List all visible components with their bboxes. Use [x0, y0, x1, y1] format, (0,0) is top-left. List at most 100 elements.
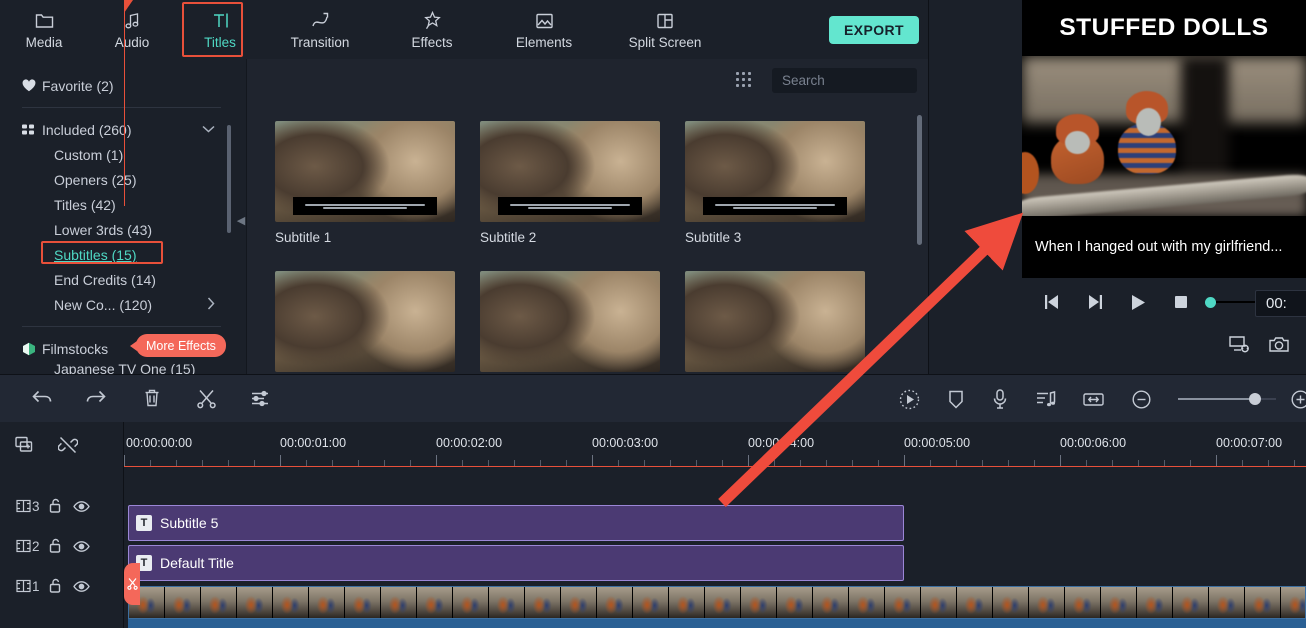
sidebar-item-included[interactable]: Included (260) — [0, 117, 237, 142]
video-thumbnail-frame — [849, 587, 885, 618]
sidebar-item-openers[interactable]: Openers (25) — [0, 167, 237, 192]
timeline-video-track[interactable] — [128, 586, 1306, 619]
thumbnail-cell[interactable] — [480, 271, 660, 374]
thumbnail-caption-bar — [293, 197, 437, 215]
video-thumbnail-frame — [417, 587, 453, 618]
stop-icon[interactable] — [1166, 293, 1195, 311]
eye-icon[interactable] — [68, 500, 94, 513]
step-backward-icon[interactable] — [1038, 293, 1067, 311]
display-settings-icon[interactable] — [1228, 334, 1250, 354]
sidebar-collapse-handle[interactable]: ◀ — [237, 209, 245, 231]
titles-thumbnail-grid: Subtitle 1 Subtitle 2 Subtitle 3 — [247, 101, 915, 374]
trash-icon[interactable] — [139, 388, 165, 409]
player-frame[interactable]: STUFFED DOLLS When I hanged out with my … — [1022, 0, 1306, 278]
preview-bottom-icons — [1228, 328, 1306, 360]
unlocked-icon[interactable] — [42, 538, 68, 554]
thumbnail-cell[interactable] — [275, 271, 455, 374]
nav-label-elements: Elements — [515, 34, 573, 50]
sidebar-item-japanese-tv-one[interactable]: Japanese TV One (15) — [0, 361, 237, 374]
unlink-icon[interactable] — [58, 435, 78, 455]
thumbnail-cell[interactable]: Subtitle 1 — [275, 121, 455, 245]
sidebar-item-favorite[interactable]: Favorite (2) — [0, 73, 237, 98]
nav-item-split-screen[interactable]: Split Screen — [600, 0, 730, 59]
timeline-clip-subtitle-5[interactable]: T Subtitle 5 — [128, 505, 904, 541]
sliders-icon[interactable] — [247, 389, 273, 408]
grid-view-icon[interactable] — [736, 72, 754, 88]
camera-snapshot-icon[interactable] — [1268, 335, 1290, 354]
preview-timecode-field[interactable]: 00: — [1255, 290, 1306, 317]
sidebar-item-titles[interactable]: Titles (42) — [0, 192, 237, 217]
microphone-icon[interactable] — [991, 388, 1009, 410]
nav-item-media[interactable]: Media — [0, 0, 88, 59]
export-button[interactable]: EXPORT — [829, 16, 919, 44]
eye-icon[interactable] — [68, 580, 94, 593]
top-navigation-bar: Media Audio Titles Transition Effects El… — [0, 0, 929, 59]
ruler-tick-major — [280, 455, 281, 466]
marker-shield-icon[interactable] — [947, 389, 965, 410]
scissors-icon[interactable] — [193, 388, 219, 409]
play-icon[interactable] — [1124, 293, 1153, 312]
timeline-clip-default-title[interactable]: T Default Title — [128, 545, 904, 581]
render-preview-icon[interactable] — [898, 388, 921, 411]
audio-mixer-icon[interactable] — [1035, 389, 1056, 410]
zoom-slider-knob[interactable] — [1249, 393, 1261, 405]
split-marker-handle[interactable] — [124, 563, 140, 605]
thumbnail-image[interactable] — [480, 271, 660, 372]
thumbnail-image[interactable] — [275, 271, 455, 372]
sidebar-item-new-co[interactable]: New Co... (120) — [0, 292, 237, 317]
step-forward-icon[interactable] — [1081, 293, 1110, 311]
sidebar-item-lower-3rds[interactable]: Lower 3rds (43) — [0, 217, 237, 242]
sidebar-item-subtitles[interactable]: Subtitles (15) — [0, 242, 237, 267]
zoom-slider[interactable] — [1178, 393, 1276, 405]
nav-item-transition[interactable]: Transition — [264, 0, 376, 59]
chevron-right-icon[interactable] — [207, 296, 215, 313]
unlocked-icon[interactable] — [42, 498, 68, 514]
video-thumbnail-frame — [1245, 587, 1281, 618]
add-track-icon[interactable] — [14, 435, 36, 455]
eye-icon[interactable] — [68, 540, 94, 553]
video-thumbnail-frame — [777, 587, 813, 618]
film-frame-icon — [10, 579, 36, 593]
timeline-ruler[interactable]: 00:00:00:00 00:00:01:00 00:00:02:00 00:0… — [124, 422, 1306, 467]
thumbnail-cell[interactable] — [685, 271, 865, 374]
browser-scrollbar[interactable] — [917, 115, 922, 245]
redo-arrow-icon[interactable] — [82, 388, 110, 409]
nav-item-audio[interactable]: Audio — [88, 0, 176, 59]
thumbnail-image[interactable] — [275, 121, 455, 222]
volume-slider[interactable] — [1205, 296, 1262, 308]
undo-arrow-icon[interactable] — [28, 388, 56, 409]
background-leg — [1181, 56, 1230, 188]
thumbnail-image[interactable] — [685, 121, 865, 222]
preview-caption-text: When I hanged out with my girlfriend... — [1022, 216, 1306, 278]
minus-circle-icon[interactable] — [1131, 389, 1152, 410]
zoom-slider-fill — [1178, 398, 1254, 400]
sidebar-item-end-credits[interactable]: End Credits (14) — [0, 267, 237, 292]
fit-to-width-icon[interactable] — [1082, 390, 1105, 409]
thumbnail-image[interactable] — [480, 121, 660, 222]
thumbnail-cell[interactable]: Subtitle 3 — [685, 121, 865, 245]
sidebar-label-new-co: New Co... (120) — [54, 296, 153, 313]
timeline-audio-strip[interactable] — [128, 619, 1306, 628]
nav-label-effects: Effects — [411, 34, 453, 50]
nav-item-elements[interactable]: Elements — [488, 0, 600, 59]
sidebar-item-custom[interactable]: Custom (1) — [0, 142, 237, 167]
volume-knob[interactable] — [1205, 296, 1217, 308]
split-screen-icon — [656, 10, 674, 32]
thumbnail-caption-bar — [703, 197, 847, 215]
nav-item-titles[interactable]: Titles — [176, 0, 264, 59]
video-thumbnail-frame — [453, 587, 489, 618]
video-thumbnail-frame — [1281, 587, 1305, 618]
search-box[interactable] — [772, 68, 976, 93]
chevron-down-icon[interactable] — [202, 124, 215, 136]
more-effects-badge[interactable]: More Effects — [130, 334, 226, 357]
filmstocks-cube-icon — [22, 342, 42, 356]
thumbnail-cell[interactable]: Subtitle 2 — [480, 121, 660, 245]
sidebar-scrollbar[interactable] — [227, 125, 231, 233]
plus-circle-icon[interactable] — [1290, 389, 1306, 410]
nav-item-effects[interactable]: Effects — [376, 0, 488, 59]
unlocked-icon[interactable] — [42, 578, 68, 594]
thumbnail-image[interactable] — [685, 271, 865, 372]
video-thumbnail-frame — [345, 587, 381, 618]
nav-label-audio: Audio — [114, 34, 150, 50]
doll-orange — [1048, 113, 1108, 184]
